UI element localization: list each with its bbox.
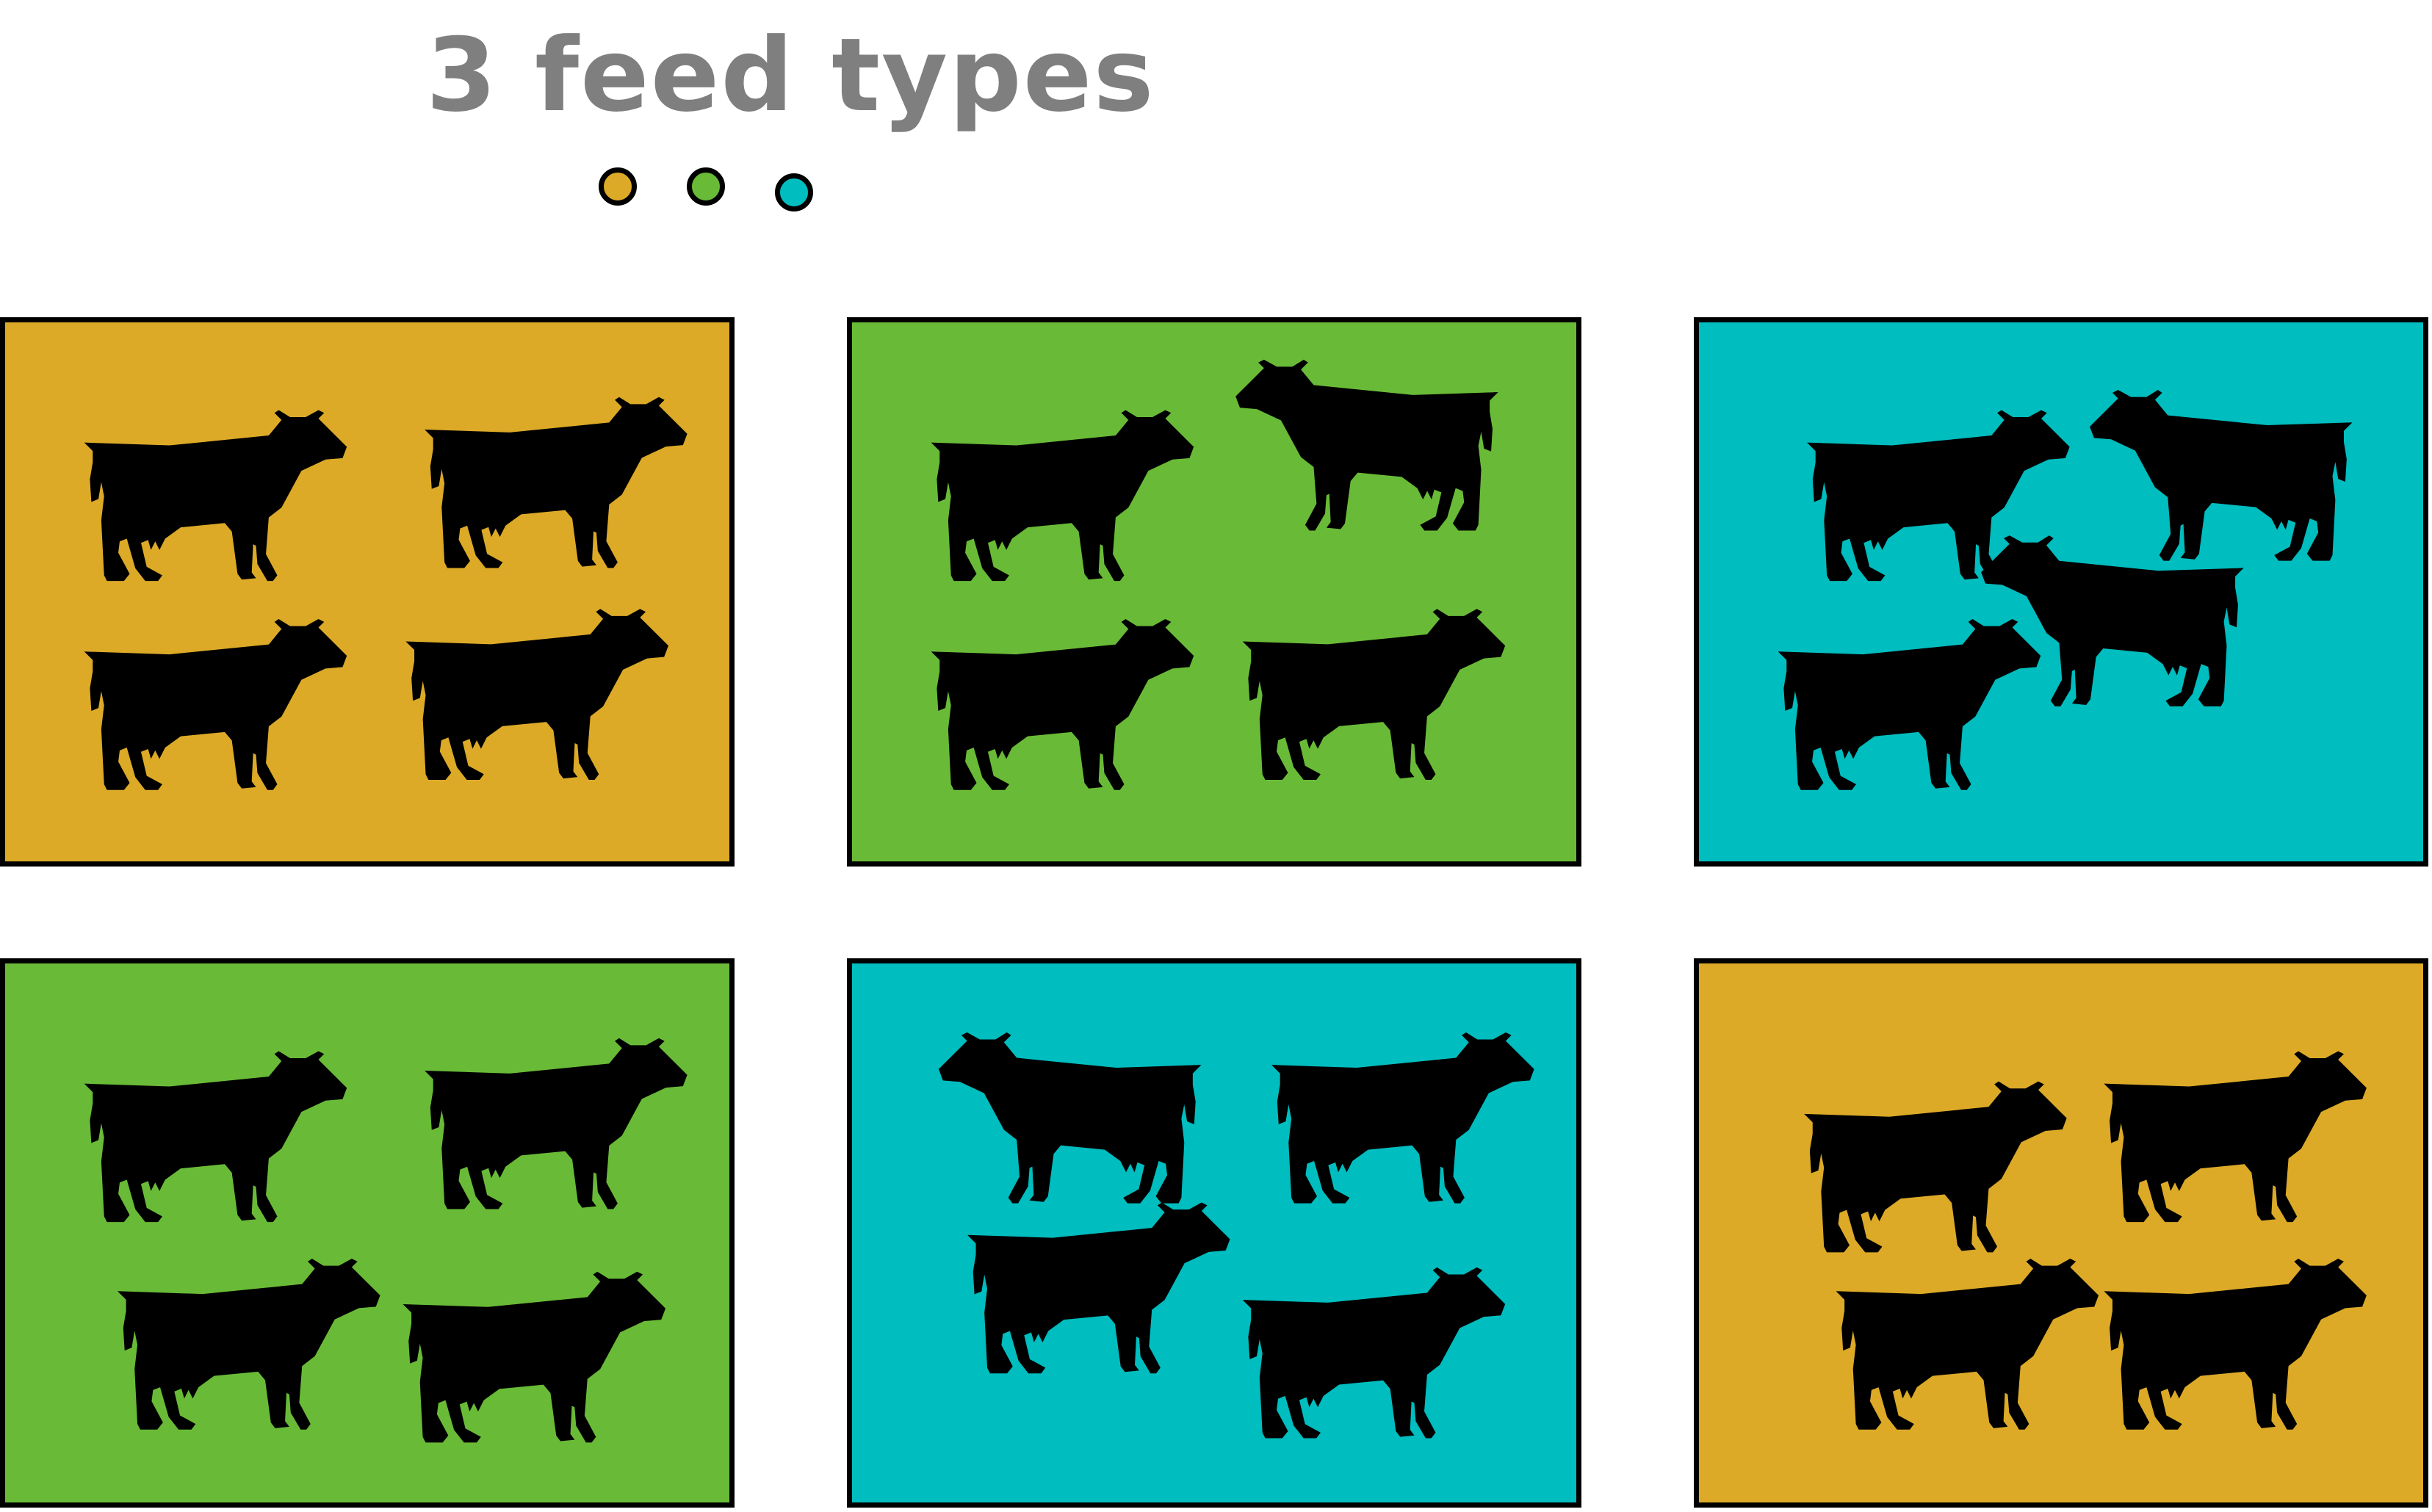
pen-cows xyxy=(1804,1051,2367,1430)
cow-icon xyxy=(938,1032,1202,1204)
legend-dot-feed-2 xyxy=(687,167,725,206)
cow-icon xyxy=(2104,1259,2367,1430)
cow-icon xyxy=(405,609,668,780)
cow-icon xyxy=(931,619,1194,790)
cow-icon xyxy=(1235,359,1498,531)
pen-r2-c2 xyxy=(847,958,1581,1508)
pen-cows xyxy=(1778,389,2353,790)
cow-icon xyxy=(425,1038,688,1209)
pen-r1-c2 xyxy=(847,317,1581,867)
pen-cows xyxy=(84,397,688,790)
cow-icon xyxy=(2090,389,2353,561)
cow-icon xyxy=(1981,535,2244,706)
cow-icon xyxy=(1804,1081,2067,1253)
cow-icon xyxy=(403,1271,666,1443)
legend-dot-feed-3 xyxy=(775,173,813,211)
cow-icon xyxy=(425,397,688,568)
diagram-title: 3 feed types xyxy=(426,16,1155,134)
cow-icon xyxy=(1242,609,1506,780)
cow-icon xyxy=(2104,1051,2367,1223)
pen-r2-c1 xyxy=(0,958,735,1508)
cow-icon xyxy=(1242,1267,1506,1439)
pen-r2-c3 xyxy=(1694,958,2428,1508)
legend-dot-feed-1 xyxy=(599,167,637,206)
cow-icon xyxy=(1271,1032,1534,1204)
cow-icon xyxy=(967,1202,1230,1374)
cow-icon xyxy=(118,1259,380,1430)
cow-icon xyxy=(84,1051,347,1223)
pen-r1-c1 xyxy=(0,317,735,867)
cow-icon xyxy=(931,410,1194,582)
pen-r1-c3 xyxy=(1694,317,2428,867)
cow-icon xyxy=(84,619,347,790)
pen-cows xyxy=(931,359,1506,790)
cow-icon xyxy=(84,410,347,582)
cow-icon xyxy=(1778,619,2041,790)
pen-cows xyxy=(84,1038,688,1443)
pen-cows xyxy=(938,1032,1534,1439)
feed-legend xyxy=(599,167,826,226)
cow-icon xyxy=(1836,1259,2099,1430)
